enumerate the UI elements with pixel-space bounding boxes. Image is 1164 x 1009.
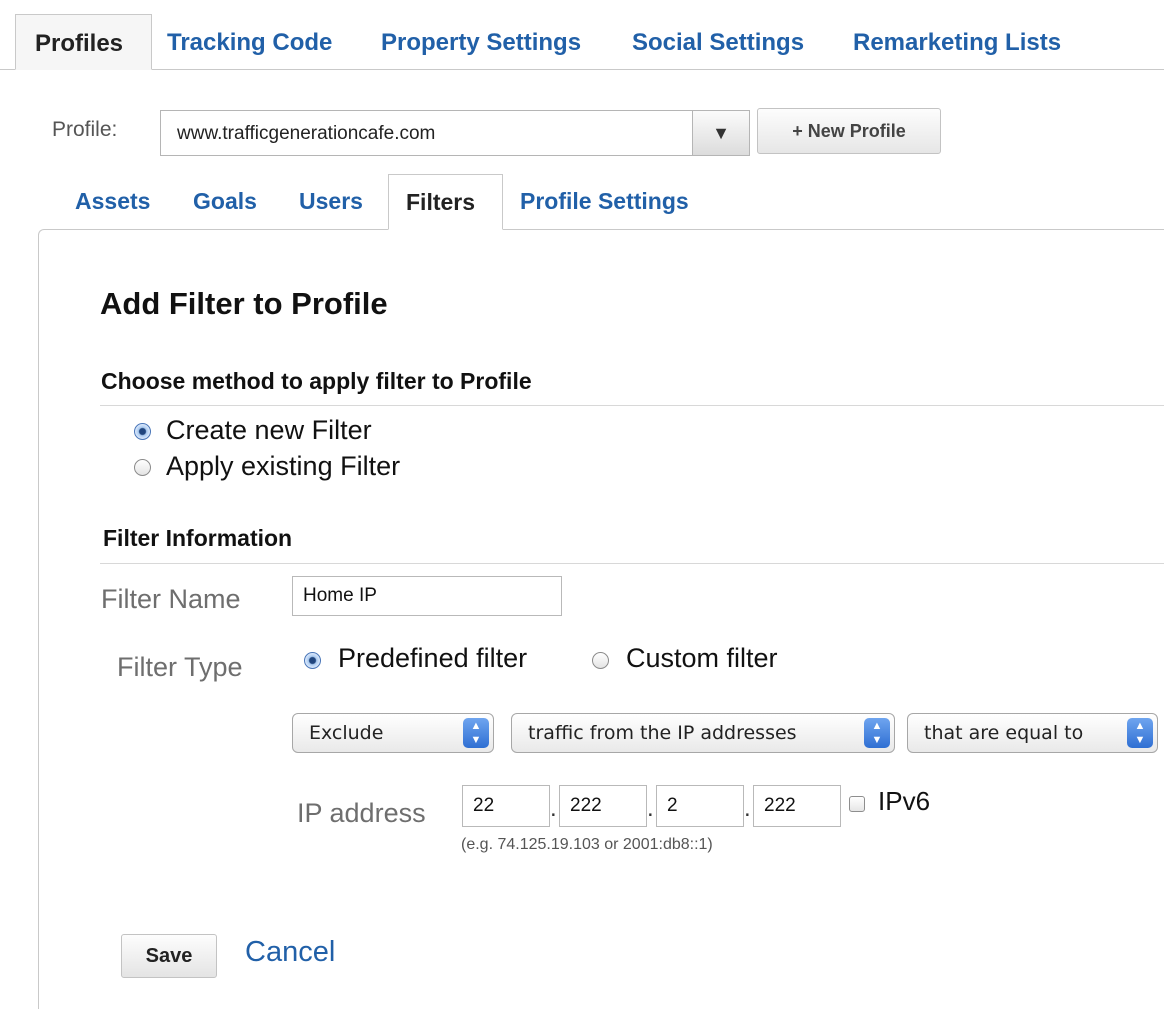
ipv6-checkbox[interactable] bbox=[849, 796, 865, 812]
ip-octet-2-input[interactable] bbox=[559, 785, 647, 827]
custom-filter-label[interactable]: Custom filter bbox=[626, 643, 778, 674]
profile-label: Profile: bbox=[52, 118, 118, 141]
page-title: Add Filter to Profile bbox=[100, 286, 388, 321]
tab-social-settings[interactable]: Social Settings bbox=[632, 14, 804, 70]
traffic-source-select[interactable]: traffic from the IP addresses ▲ ▼ bbox=[511, 713, 895, 753]
radio-create-new-filter[interactable] bbox=[134, 423, 151, 440]
ip-dot-separator: . bbox=[647, 795, 654, 822]
method-divider bbox=[100, 405, 1164, 406]
radio-custom-filter[interactable] bbox=[592, 652, 609, 669]
tab-remarketing-lists[interactable]: Remarketing Lists bbox=[853, 14, 1061, 70]
predefined-filter-label[interactable]: Predefined filter bbox=[338, 643, 527, 674]
radio-apply-existing-filter[interactable] bbox=[134, 459, 151, 476]
subtab-users[interactable]: Users bbox=[299, 174, 363, 230]
save-button[interactable]: Save bbox=[121, 934, 217, 978]
filter-name-label: Filter Name bbox=[101, 584, 241, 614]
create-new-filter-label[interactable]: Create new Filter bbox=[166, 415, 372, 446]
ip-dot-separator: . bbox=[550, 795, 557, 822]
subtab-filters[interactable]: Filters bbox=[388, 174, 503, 230]
match-condition-value: that are equal to bbox=[924, 722, 1084, 744]
filter-name-input[interactable] bbox=[292, 576, 562, 616]
ip-octet-1-input[interactable] bbox=[462, 785, 550, 827]
profile-select[interactable]: www.trafficgenerationcafe.com ▼ bbox=[160, 110, 750, 156]
ip-address-hint: (e.g. 74.125.19.103 or 2001:db8::1) bbox=[461, 836, 713, 853]
subtab-assets[interactable]: Assets bbox=[75, 174, 150, 230]
filter-panel bbox=[38, 229, 1164, 1009]
select-arrows-icon: ▲ ▼ bbox=[463, 718, 489, 748]
filter-information-heading: Filter Information bbox=[103, 525, 293, 551]
new-profile-button[interactable]: + New Profile bbox=[757, 108, 941, 154]
ipv6-label[interactable]: IPv6 bbox=[878, 786, 930, 817]
ip-octet-4-input[interactable] bbox=[753, 785, 841, 827]
select-arrows-icon: ▲ ▼ bbox=[1127, 718, 1153, 748]
ip-dot-separator: . bbox=[744, 795, 751, 822]
tab-tracking-code[interactable]: Tracking Code bbox=[167, 14, 332, 70]
exclude-include-select[interactable]: Exclude ▲ ▼ bbox=[292, 713, 494, 753]
apply-existing-filter-label[interactable]: Apply existing Filter bbox=[166, 451, 400, 482]
filter-information-divider bbox=[100, 563, 1164, 564]
cancel-link[interactable]: Cancel bbox=[245, 936, 335, 969]
subtab-profile-settings[interactable]: Profile Settings bbox=[520, 174, 689, 230]
method-heading: Choose method to apply filter to Profile bbox=[101, 368, 532, 394]
tab-profiles[interactable]: Profiles bbox=[15, 14, 152, 70]
exclude-include-value: Exclude bbox=[309, 722, 384, 744]
dropdown-arrow-icon[interactable]: ▼ bbox=[692, 111, 749, 155]
select-arrows-icon: ▲ ▼ bbox=[864, 718, 890, 748]
filter-type-label: Filter Type bbox=[117, 652, 243, 682]
ip-octet-3-input[interactable] bbox=[656, 785, 744, 827]
radio-predefined-filter[interactable] bbox=[304, 652, 321, 669]
profile-select-value: www.trafficgenerationcafe.com bbox=[177, 123, 436, 144]
ip-address-label: IP address bbox=[297, 798, 426, 828]
tab-property-settings[interactable]: Property Settings bbox=[381, 14, 581, 70]
subtab-goals[interactable]: Goals bbox=[193, 174, 257, 230]
match-condition-select[interactable]: that are equal to ▲ ▼ bbox=[907, 713, 1158, 753]
traffic-source-value: traffic from the IP addresses bbox=[528, 722, 797, 744]
